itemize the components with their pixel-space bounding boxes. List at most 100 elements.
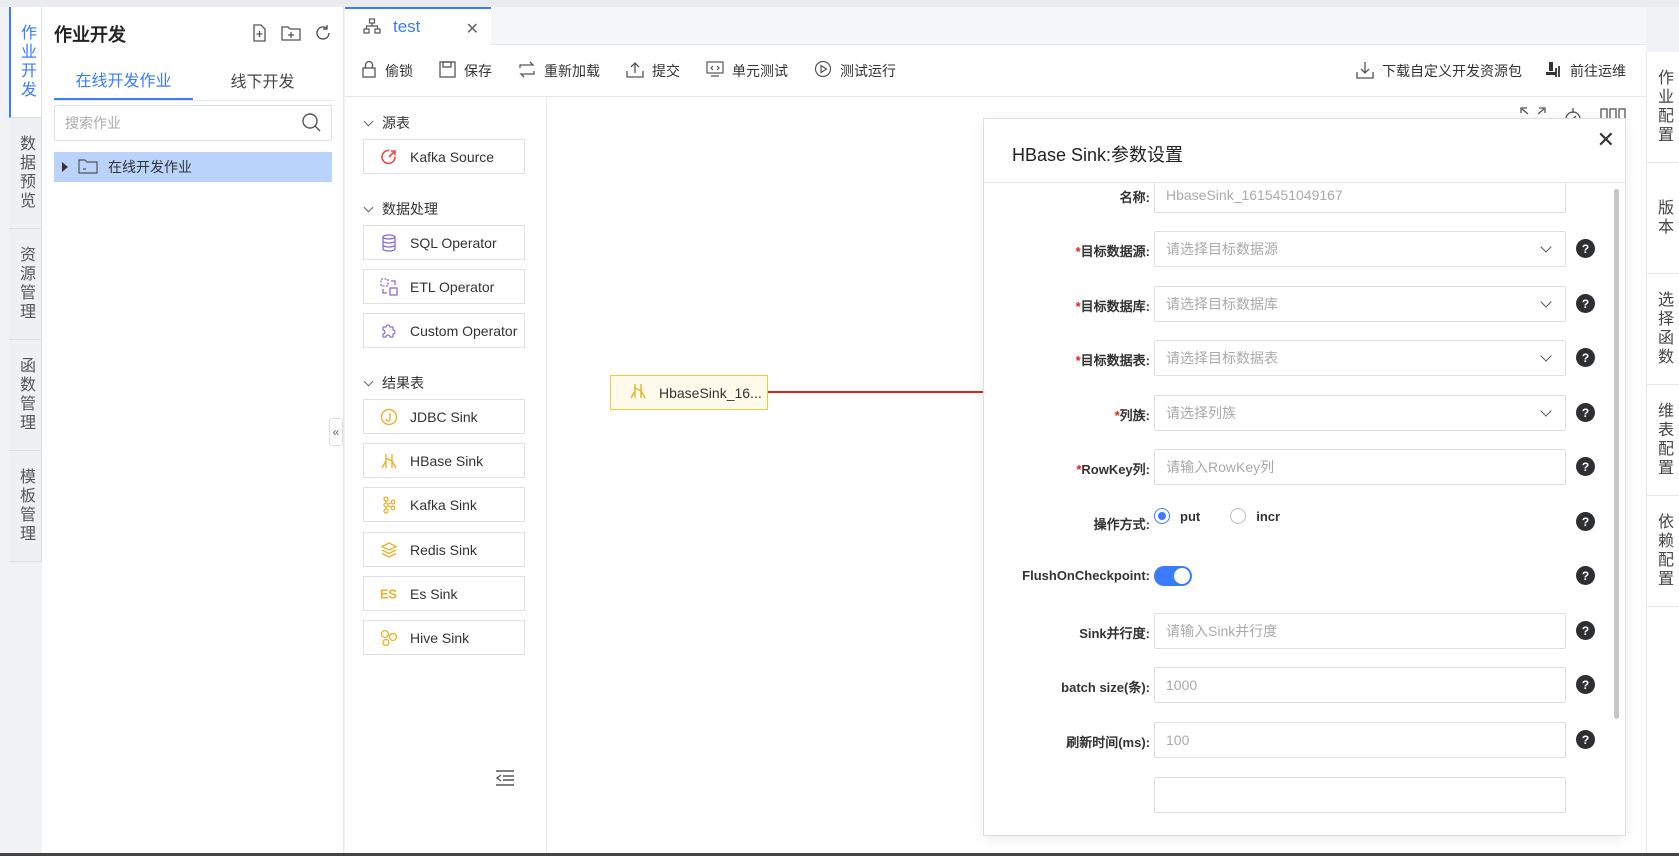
name-field[interactable]: [1166, 187, 1554, 203]
help-icon[interactable]: ?: [1576, 457, 1595, 476]
submit-button[interactable]: 提交: [626, 61, 680, 81]
reload-button[interactable]: 重新加载: [518, 61, 600, 81]
tab-test[interactable]: test ✕: [345, 7, 491, 45]
help-icon[interactable]: ?: [1576, 403, 1595, 422]
field-row-op-mode: 操作方式: put incr ?: [984, 504, 1625, 540]
close-icon[interactable]: ✕: [1597, 127, 1615, 153]
comp-label: Kafka Source: [410, 148, 495, 165]
steal-lock-button[interactable]: 偷锁: [361, 60, 413, 81]
editor-tab-bar: test ✕: [345, 7, 1646, 45]
comp-etl-operator[interactable]: ETL Operator: [363, 269, 525, 304]
help-icon[interactable]: ?: [1576, 675, 1595, 694]
comp-custom-operator[interactable]: Custom Operator: [363, 313, 525, 348]
column-family-select[interactable]: 请选择列族: [1154, 395, 1566, 431]
help-icon[interactable]: ?: [1576, 512, 1595, 531]
group-processing[interactable]: 数据处理: [363, 199, 438, 219]
steal-lock-label: 偷锁: [385, 62, 413, 79]
parallelism-field-box: [1154, 613, 1566, 649]
code-window-icon: [706, 61, 724, 80]
goto-ops-button[interactable]: 前往运维: [1544, 61, 1626, 82]
sitemap-icon: [363, 17, 381, 37]
comp-kafka-source[interactable]: Kafka Source: [363, 139, 525, 174]
flush-interval-field-box: [1154, 722, 1566, 758]
target-db-select[interactable]: 请选择目标数据库: [1154, 286, 1566, 322]
hbase-icon: [629, 382, 647, 403]
collapse-panel-handle[interactable]: «: [329, 418, 343, 446]
comp-hbase-sink[interactable]: HBase Sink: [363, 443, 525, 478]
rowkey-input[interactable]: [1166, 459, 1554, 475]
target-table-select[interactable]: 请选择目标数据表: [1154, 340, 1566, 376]
group-sink[interactable]: 结果表: [363, 373, 424, 393]
field-row-name: 名称:: [984, 183, 1625, 213]
tree-item-online-jobs[interactable]: 在线开发作业: [54, 152, 332, 182]
save-label: 保存: [464, 62, 492, 79]
comp-sql-operator[interactable]: SQL Operator: [363, 225, 525, 260]
parallelism-input[interactable]: [1166, 623, 1554, 639]
unit-test-button[interactable]: 单元测试: [706, 61, 788, 81]
test-run-button[interactable]: 测试运行: [814, 60, 896, 81]
search-icon[interactable]: [301, 112, 321, 135]
help-icon[interactable]: ?: [1576, 566, 1595, 585]
left-nav-item-template[interactable]: 模板管理: [9, 451, 41, 562]
download-icon: [1356, 61, 1374, 82]
left-nav-label: 作业开发: [18, 24, 35, 100]
tab-offline-dev[interactable]: 线下开发: [193, 59, 332, 100]
tab-label: test: [393, 17, 421, 36]
batch-size-input[interactable]: [1166, 677, 1554, 693]
caret-right-icon[interactable]: [62, 162, 68, 172]
help-icon[interactable]: ?: [1576, 621, 1595, 640]
refresh-icon[interactable]: [313, 23, 333, 43]
new-file-icon[interactable]: [249, 23, 269, 43]
dialog-scrollbar[interactable]: [1614, 189, 1619, 719]
field-label-text: RowKey列:: [1081, 462, 1150, 477]
right-nav-label: 版本: [1655, 199, 1672, 237]
target-source-select[interactable]: 请选择目标数据源: [1154, 231, 1566, 267]
flush-interval-input[interactable]: [1166, 732, 1554, 748]
comp-hive-sink[interactable]: Hive Sink: [363, 620, 525, 655]
field-label: 操作方式:: [1093, 517, 1150, 532]
comp-label: Kafka Sink: [410, 496, 477, 513]
field-row-parallelism: Sink并行度: ?: [984, 613, 1625, 649]
comp-label: Custom Operator: [410, 322, 518, 339]
name-field-box: [1154, 183, 1566, 213]
field-row-column-family: *列族: 请选择列族 ?: [984, 395, 1625, 431]
close-icon[interactable]: ✕: [466, 19, 479, 39]
field-label: Sink并行度:: [1079, 626, 1150, 641]
tab-online-jobs[interactable]: 在线开发作业: [54, 59, 193, 100]
new-folder-icon[interactable]: [281, 23, 301, 43]
radio-put[interactable]: put: [1154, 508, 1200, 524]
help-icon[interactable]: ?: [1576, 294, 1595, 313]
left-nav-label: 资源管理: [17, 246, 34, 322]
right-nav-item-version[interactable]: 版本: [1647, 163, 1679, 274]
comp-redis-sink[interactable]: Redis Sink: [363, 532, 525, 567]
right-nav-item-job-config[interactable]: 作业配置: [1647, 52, 1679, 163]
tree-item-label: 在线开发作业: [108, 159, 192, 175]
palette-collapse-button[interactable]: [495, 769, 515, 790]
hive-icon: [380, 629, 398, 647]
left-nav-item-resource[interactable]: 资源管理: [9, 229, 41, 340]
download-resource-button[interactable]: 下载自定义开发资源包: [1356, 61, 1522, 82]
flush-on-checkpoint-toggle[interactable]: [1154, 566, 1192, 586]
test-run-label: 测试运行: [840, 62, 896, 79]
right-nav-item-dim-table[interactable]: 维表配置: [1647, 385, 1679, 496]
right-nav-item-dependency[interactable]: 依赖配置: [1647, 496, 1679, 607]
job-search-input[interactable]: [65, 115, 301, 131]
group-source[interactable]: 源表: [363, 113, 410, 133]
canvas-node-hbase-sink[interactable]: HbaseSink_16...: [610, 375, 768, 410]
upload-icon: [626, 61, 644, 81]
help-icon[interactable]: ?: [1576, 730, 1595, 749]
comp-kafka-sink[interactable]: Kafka Sink: [363, 487, 525, 522]
comp-jdbc-sink[interactable]: JDBC Sink: [363, 399, 525, 434]
right-nav-item-select-function[interactable]: 选择函数: [1647, 274, 1679, 385]
radio-incr[interactable]: incr: [1230, 508, 1280, 524]
help-icon[interactable]: ?: [1576, 239, 1595, 258]
save-button[interactable]: 保存: [439, 60, 492, 81]
left-nav-item-function[interactable]: 函数管理: [9, 340, 41, 451]
left-nav-item-data-preview[interactable]: 数据预览: [9, 118, 41, 229]
select-placeholder: 请选择目标数据源: [1166, 241, 1278, 257]
comp-es-sink[interactable]: ES Es Sink: [363, 576, 525, 611]
left-nav-item-job-dev[interactable]: 作业开发: [9, 7, 41, 118]
help-icon[interactable]: ?: [1576, 348, 1595, 367]
comp-label: HBase Sink: [410, 452, 484, 469]
field-label-text: 列族:: [1119, 408, 1150, 423]
